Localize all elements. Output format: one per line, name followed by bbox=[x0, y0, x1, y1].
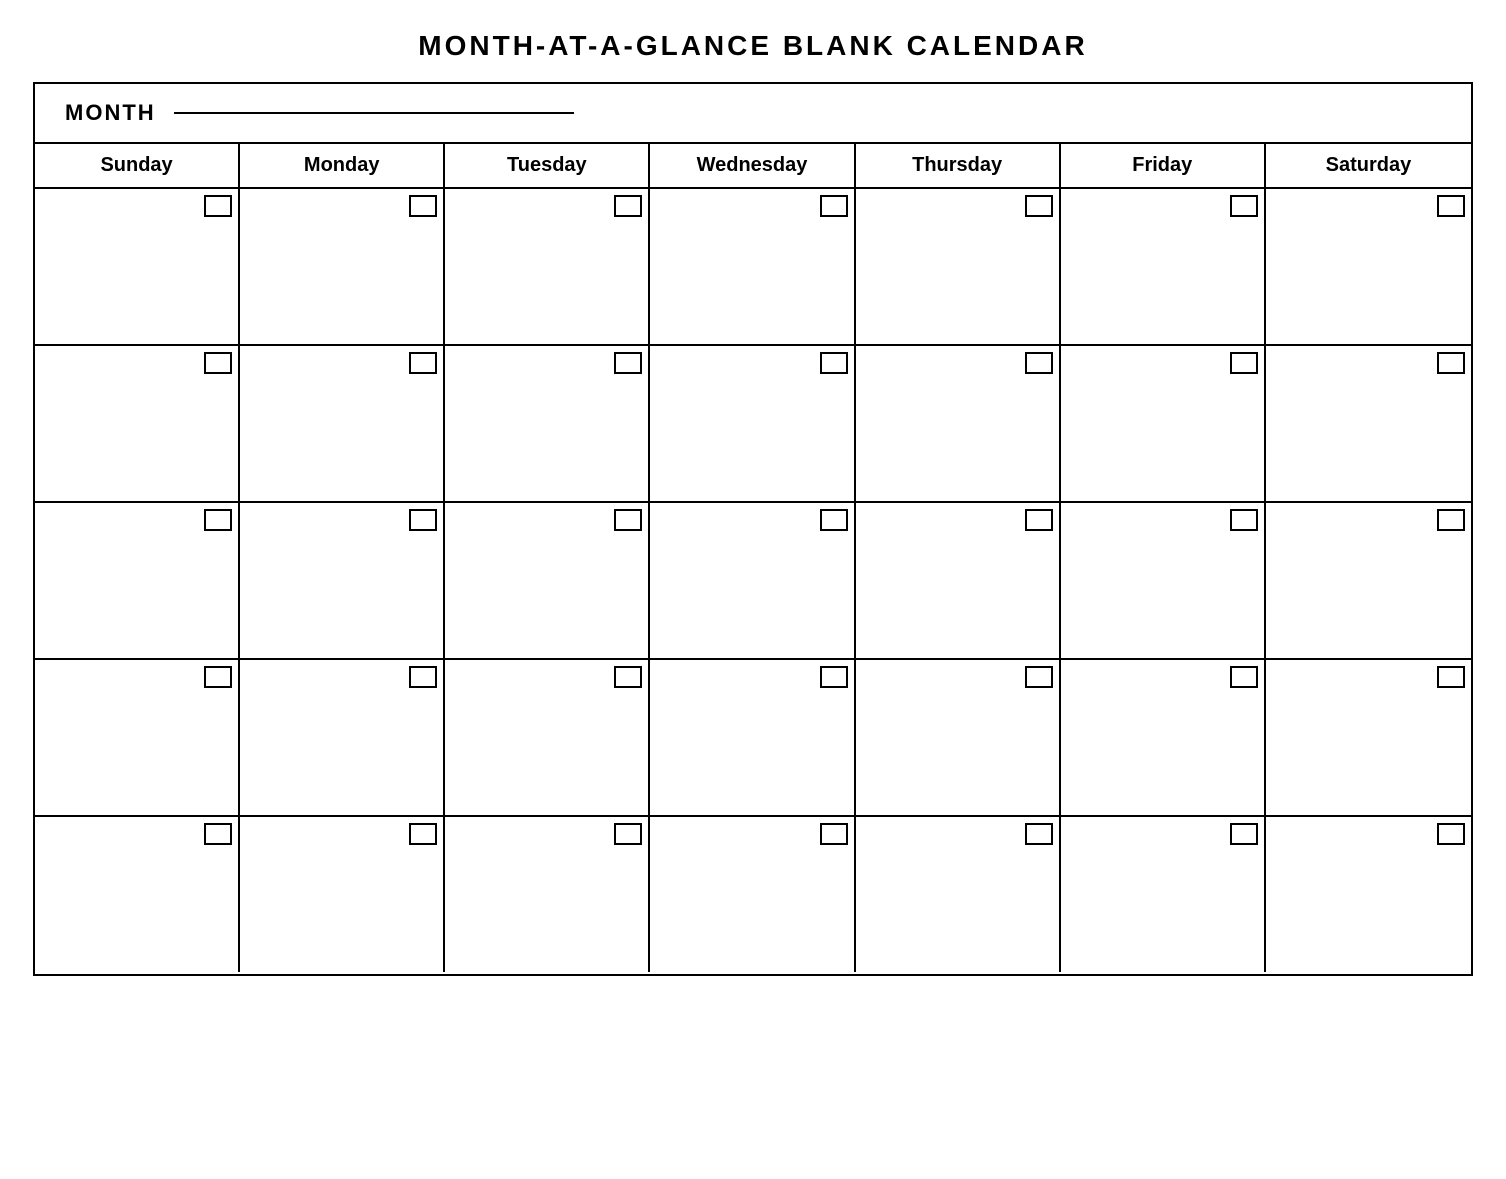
day-header-thursday: Thursday bbox=[856, 144, 1061, 187]
calendar-cell[interactable] bbox=[1266, 189, 1471, 344]
calendar-row bbox=[35, 503, 1471, 660]
calendar-cell[interactable] bbox=[240, 503, 445, 658]
calendar-cell[interactable] bbox=[650, 817, 855, 972]
calendar-cell[interactable] bbox=[240, 346, 445, 501]
date-box bbox=[1025, 823, 1053, 845]
date-box bbox=[204, 666, 232, 688]
calendar-cell[interactable] bbox=[856, 189, 1061, 344]
calendar-cell[interactable] bbox=[35, 346, 240, 501]
day-header-wednesday: Wednesday bbox=[650, 144, 855, 187]
date-box bbox=[1025, 509, 1053, 531]
calendar-cell[interactable] bbox=[1061, 817, 1266, 972]
date-box bbox=[820, 823, 848, 845]
calendar-cell[interactable] bbox=[856, 503, 1061, 658]
date-box bbox=[409, 195, 437, 217]
date-box bbox=[409, 823, 437, 845]
calendar-cell[interactable] bbox=[445, 817, 650, 972]
date-box bbox=[204, 195, 232, 217]
calendar-cell[interactable] bbox=[1061, 660, 1266, 815]
calendar-cell[interactable] bbox=[650, 660, 855, 815]
month-label: MONTH bbox=[65, 100, 156, 126]
calendar-cell[interactable] bbox=[856, 346, 1061, 501]
calendar-grid bbox=[35, 189, 1471, 974]
calendar-cell[interactable] bbox=[240, 817, 445, 972]
calendar-cell[interactable] bbox=[856, 660, 1061, 815]
day-header-sunday: Sunday bbox=[35, 144, 240, 187]
date-box bbox=[1025, 666, 1053, 688]
calendar-cell[interactable] bbox=[1266, 503, 1471, 658]
date-box bbox=[1025, 352, 1053, 374]
date-box bbox=[1437, 352, 1465, 374]
calendar-cell[interactable] bbox=[1061, 189, 1266, 344]
date-box bbox=[409, 509, 437, 531]
date-box bbox=[1437, 195, 1465, 217]
day-headers: SundayMondayTuesdayWednesdayThursdayFrid… bbox=[35, 144, 1471, 189]
calendar-cell[interactable] bbox=[35, 503, 240, 658]
calendar-cell[interactable] bbox=[35, 189, 240, 344]
date-box bbox=[409, 666, 437, 688]
date-box bbox=[820, 352, 848, 374]
page: MONTH-AT-A-GLANCE BLANK CALENDAR MONTH S… bbox=[33, 30, 1473, 976]
calendar-cell[interactable] bbox=[1061, 346, 1266, 501]
calendar-cell[interactable] bbox=[240, 660, 445, 815]
calendar-row bbox=[35, 660, 1471, 817]
date-box bbox=[614, 352, 642, 374]
calendar-cell[interactable] bbox=[1266, 660, 1471, 815]
calendar-cell[interactable] bbox=[650, 189, 855, 344]
day-header-friday: Friday bbox=[1061, 144, 1266, 187]
date-box bbox=[1230, 509, 1258, 531]
calendar-row bbox=[35, 189, 1471, 346]
date-box bbox=[409, 352, 437, 374]
day-header-tuesday: Tuesday bbox=[445, 144, 650, 187]
calendar-row bbox=[35, 346, 1471, 503]
date-box bbox=[614, 823, 642, 845]
calendar-cell[interactable] bbox=[856, 817, 1061, 972]
date-box bbox=[204, 352, 232, 374]
calendar-cell[interactable] bbox=[1266, 817, 1471, 972]
calendar-cell[interactable] bbox=[445, 346, 650, 501]
day-header-monday: Monday bbox=[240, 144, 445, 187]
calendar-row bbox=[35, 817, 1471, 974]
date-box bbox=[820, 666, 848, 688]
date-box bbox=[820, 195, 848, 217]
date-box bbox=[614, 195, 642, 217]
month-header: MONTH bbox=[35, 84, 1471, 144]
date-box bbox=[614, 509, 642, 531]
calendar-cell[interactable] bbox=[445, 503, 650, 658]
calendar-cell[interactable] bbox=[240, 189, 445, 344]
month-line bbox=[174, 112, 574, 114]
page-title: MONTH-AT-A-GLANCE BLANK CALENDAR bbox=[33, 30, 1473, 62]
date-box bbox=[1437, 666, 1465, 688]
calendar-cell[interactable] bbox=[650, 346, 855, 501]
calendar-container: MONTH SundayMondayTuesdayWednesdayThursd… bbox=[33, 82, 1473, 976]
day-header-saturday: Saturday bbox=[1266, 144, 1471, 187]
calendar-cell[interactable] bbox=[650, 503, 855, 658]
date-box bbox=[1230, 195, 1258, 217]
calendar-cell[interactable] bbox=[445, 189, 650, 344]
date-box bbox=[614, 666, 642, 688]
date-box bbox=[1230, 352, 1258, 374]
calendar-cell[interactable] bbox=[35, 660, 240, 815]
date-box bbox=[204, 509, 232, 531]
date-box bbox=[820, 509, 848, 531]
calendar-cell[interactable] bbox=[1266, 346, 1471, 501]
date-box bbox=[204, 823, 232, 845]
date-box bbox=[1025, 195, 1053, 217]
calendar-cell[interactable] bbox=[1061, 503, 1266, 658]
date-box bbox=[1437, 823, 1465, 845]
date-box bbox=[1230, 823, 1258, 845]
calendar-cell[interactable] bbox=[445, 660, 650, 815]
date-box bbox=[1437, 509, 1465, 531]
calendar-cell[interactable] bbox=[35, 817, 240, 972]
date-box bbox=[1230, 666, 1258, 688]
